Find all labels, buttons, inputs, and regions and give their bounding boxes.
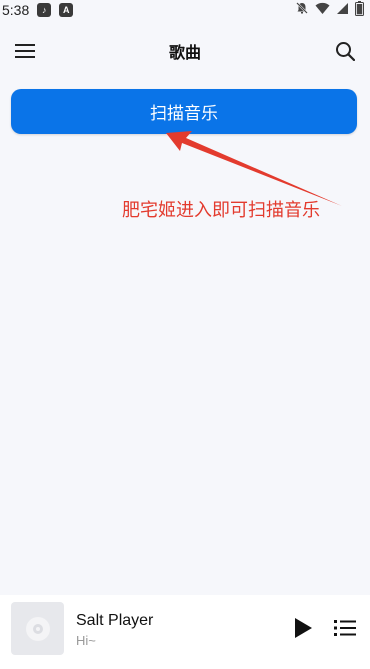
track-title: Salt Player [76,612,154,629]
annotation-text: 肥宅姬进入即可扫描音乐 [122,200,320,221]
album-art[interactable] [11,602,64,655]
page-title: 歌曲 [168,43,201,62]
status-right [295,0,364,20]
status-time: 5:38 [2,2,30,18]
disc-icon [25,616,50,641]
playlist-icon[interactable] [332,615,358,641]
play-icon[interactable] [290,615,316,641]
app-bar: 歌曲 [0,32,370,70]
wifi-icon [315,2,330,19]
now-playing-bar[interactable]: Salt Player Hi~ [0,595,370,669]
hamburger-menu-icon[interactable] [14,40,36,62]
scan-music-button-label: 扫描音乐 [150,104,218,124]
notifications-off-icon [295,1,309,19]
track-subtitle: Hi~ [76,633,96,648]
status-left: 5:38 ♪ A [2,2,74,18]
battery-icon [355,0,364,20]
music-note-icon: ♪ [37,3,52,17]
search-icon[interactable] [334,40,356,62]
scan-music-button[interactable]: 扫描音乐 [11,89,357,134]
a-badge-icon: A [59,3,74,17]
signal-icon [336,2,349,19]
status-bar: 5:38 ♪ A [0,0,370,20]
